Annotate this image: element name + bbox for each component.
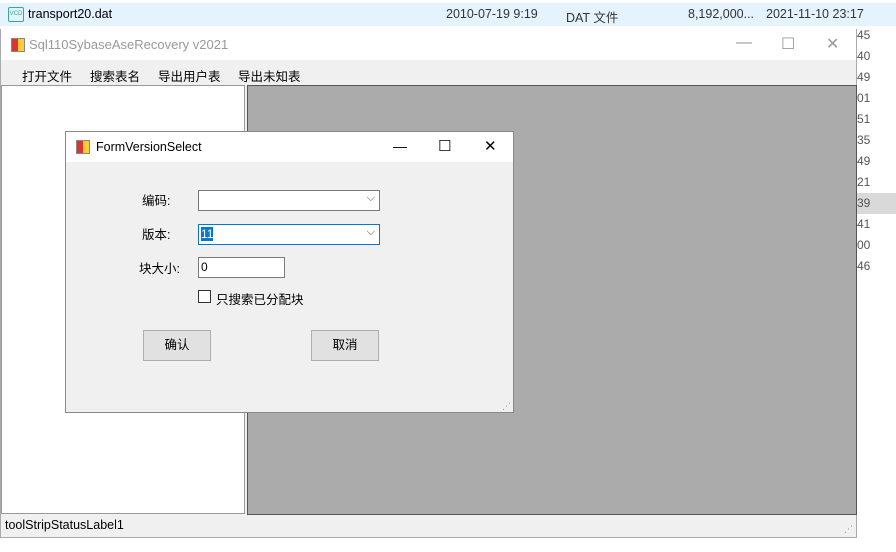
file-name: transport20.dat [28,7,113,21]
block-size-input[interactable]: 0 [198,257,285,278]
encoding-combo[interactable]: ⌵ [198,190,380,211]
explorer-row-fragment: 51 [857,112,871,126]
explorer-row-fragment: 00 [857,238,871,252]
dialog-title-bar: FormVersionSelect — ☐ ✕ [66,132,513,162]
chevron-down-icon: ⌵ [366,226,375,238]
chevron-down-icon: ⌵ [366,192,375,204]
file-type: DAT 文件 [566,11,619,25]
close-button[interactable]: ✕ [826,34,839,54]
dialog-maximize-button[interactable]: ☐ [438,137,451,155]
explorer-row-fragment: 01 [857,91,871,105]
dialog-minimize-button[interactable]: — [393,138,407,154]
explorer-row-fragment: 49 [857,154,871,168]
explorer-row-fragment: 46 [857,259,871,273]
checkbox-label: 只搜索已分配块 [216,293,304,307]
minimize-button[interactable]: — [736,34,752,52]
app-icon [11,38,25,52]
block-size-label: 块大小: [139,262,180,276]
menu-export-unknown-tables[interactable]: 导出未知表 [238,66,301,85]
dialog-close-button[interactable]: ✕ [484,137,497,155]
dialog-title: FormVersionSelect [96,140,202,154]
dialog-resize-grip[interactable]: ⋰ [502,401,511,412]
menu-search-table[interactable]: 搜索表名 [90,66,140,85]
allocated-only-checkbox[interactable] [198,290,211,303]
menu-export-user-tables[interactable]: 导出用户表 [158,66,221,85]
version-label: 版本: [142,228,171,242]
explorer-row-fragment: 21 [857,175,871,189]
status-label: toolStripStatusLabel1 [5,518,124,532]
explorer-row-fragment: 35 [857,133,871,147]
version-select-dialog: FormVersionSelect — ☐ ✕ 编码: ⌵ 版本: 11 ⌵ 块大… [65,131,514,413]
explorer-row-fragment: 45 [857,28,871,42]
dialog-icon [76,140,90,154]
cancel-button[interactable]: 取消 [311,330,379,361]
ok-button[interactable]: 确认 [143,330,211,361]
encoding-label: 编码: [142,194,171,208]
window-title: Sql110SybaseAseRecovery v2021 [29,37,229,52]
explorer-row-fragment: 40 [857,49,871,63]
file-size: 8,192,000... [688,7,755,21]
explorer-row-fragment: 41 [857,217,871,231]
explorer-row-fragment: 49 [857,70,871,84]
resize-grip[interactable]: ⋰ [844,524,853,535]
file-modified: 2010-07-19 9:19 [446,7,538,21]
explorer-file-row[interactable]: VCD transport20.dat 2010-07-19 9:19 DAT … [0,3,896,26]
title-bar: Sql110SybaseAseRecovery v2021 — ☐ ✕ [1,29,856,60]
maximize-button[interactable]: ☐ [781,34,795,54]
menu-open-file[interactable]: 打开文件 [22,66,72,85]
version-combo[interactable]: 11 ⌵ [198,224,380,245]
file-icon: VCD [8,7,24,22]
explorer-row-fragment: 39 [857,196,871,210]
menu-bar: 打开文件 搜索表名 导出用户表 导出未知表 [1,60,856,84]
file-date: 2021-11-10 23:17 [766,7,864,21]
